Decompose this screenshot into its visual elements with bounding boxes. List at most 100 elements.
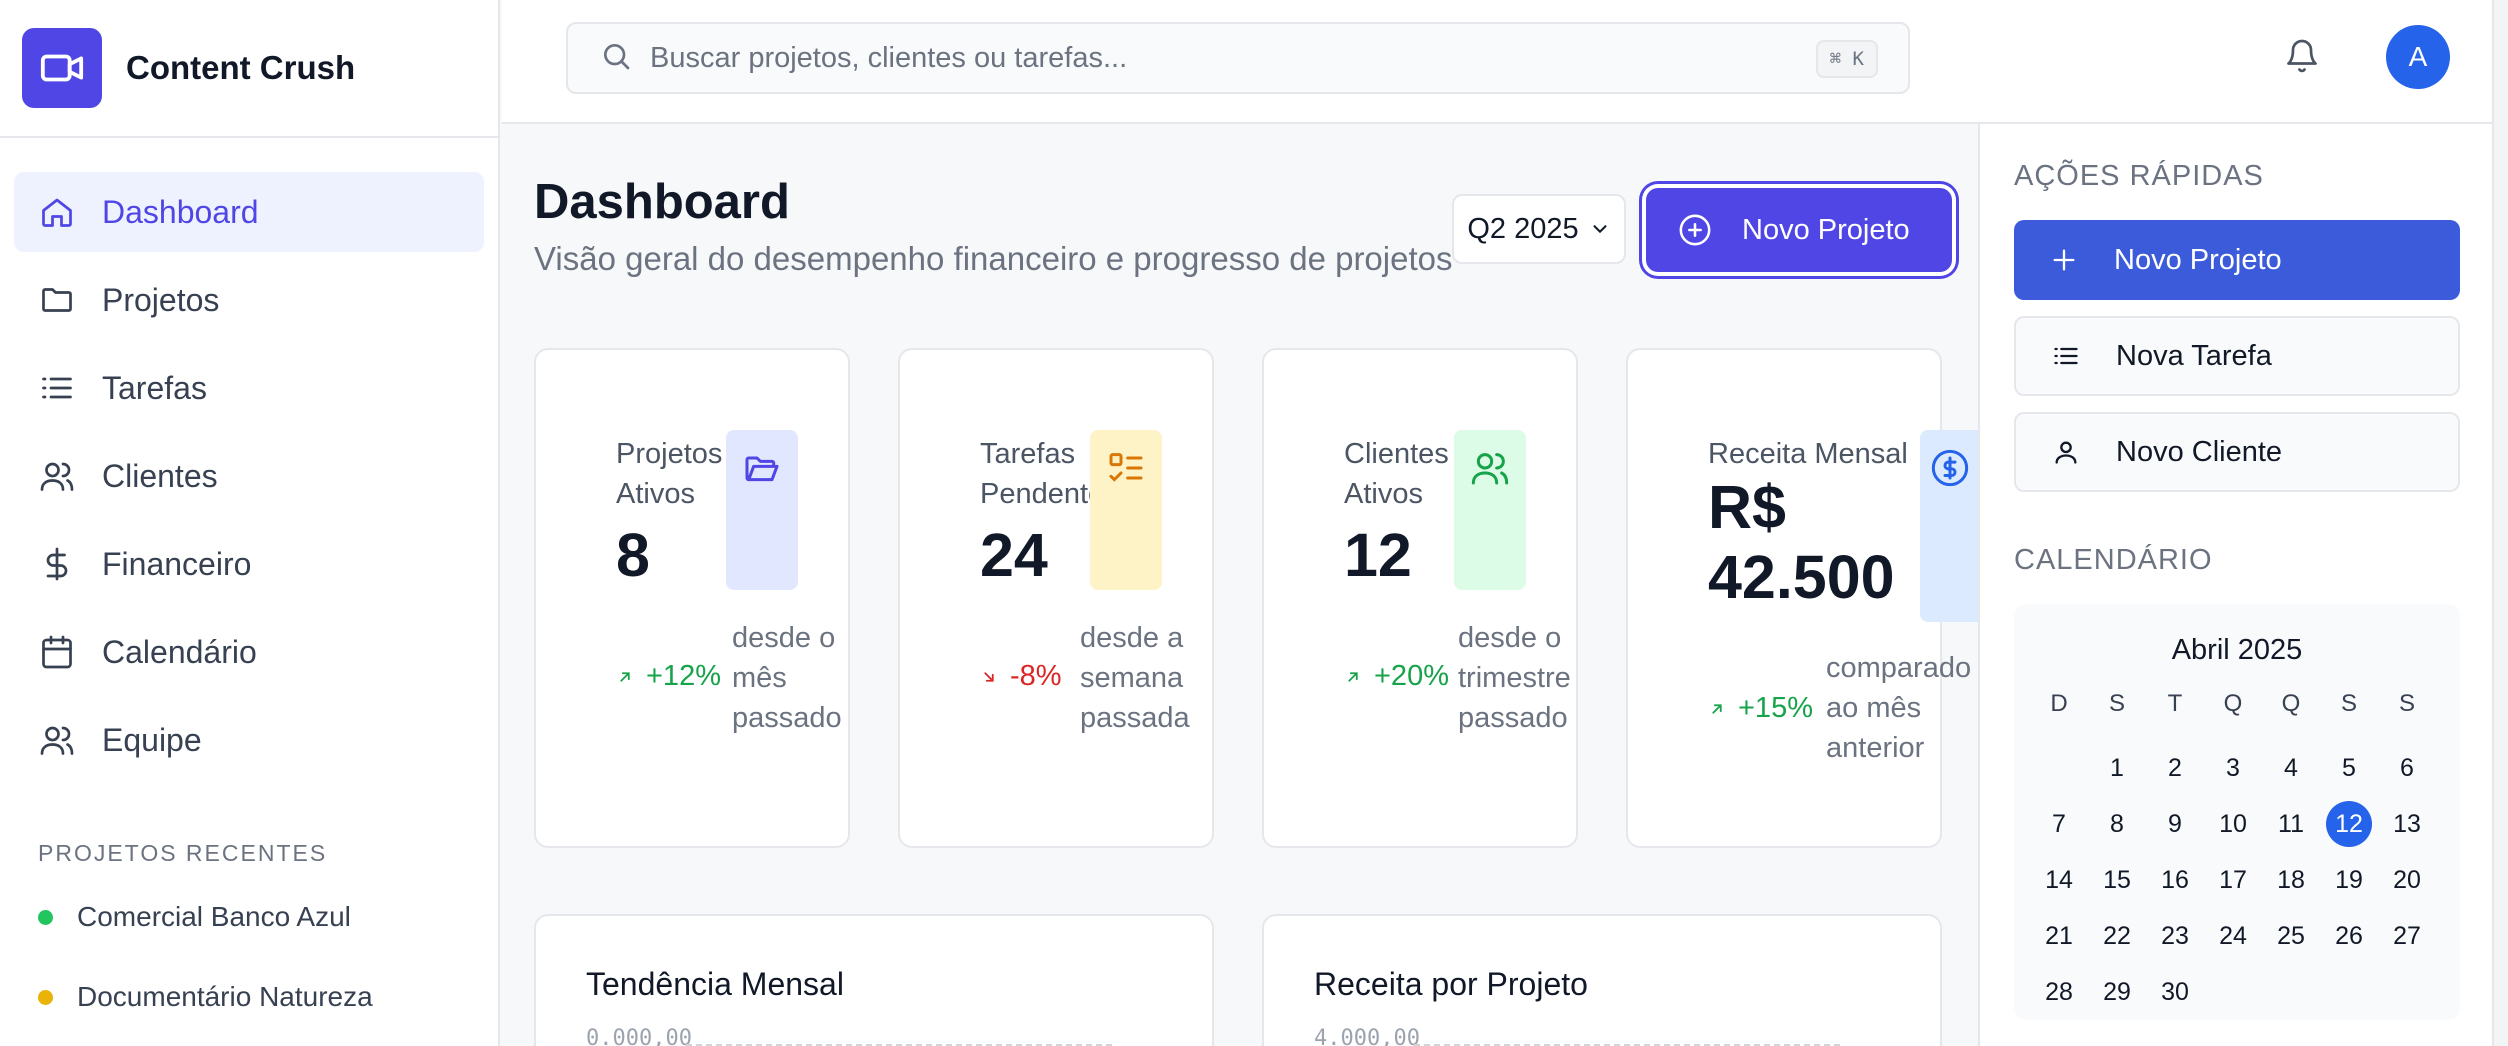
sidebar-item-label: Dashboard — [102, 193, 259, 230]
calendar-day[interactable]: 18 — [2262, 852, 2320, 908]
sidebar-item-projetos[interactable]: Projetos — [14, 260, 484, 340]
stat-change-value: +20% — [1374, 660, 1449, 692]
calendar-day[interactable]: 1 — [2088, 740, 2146, 796]
team-icon — [38, 721, 76, 759]
arrow-down-right-icon — [984, 671, 994, 682]
stat-label: Projetos Ativos — [616, 438, 723, 510]
notifications-bell-icon[interactable] — [2284, 38, 2324, 78]
right-panel: AÇÕES RÁPIDAS Novo Projeto Nova Tarefa N… — [1978, 124, 2492, 1046]
dollar-icon — [38, 545, 76, 583]
quick-action-new-project-button[interactable]: Novo Projeto — [2014, 220, 2460, 300]
stat-card-clientes-ativos: Clientes Ativos 12 +20% desde o trimestr… — [1262, 348, 1578, 848]
calendar-day-today[interactable]: 12 — [2320, 796, 2378, 852]
stat-note: desde o trimestre passado — [1458, 622, 1571, 734]
calendar-day[interactable]: 21 — [2030, 908, 2088, 964]
search-input[interactable]: Buscar projetos, clientes ou tarefas... … — [566, 22, 1910, 94]
calendar-weekday: D — [2050, 690, 2068, 717]
calendar-day[interactable]: 24 — [2204, 908, 2262, 964]
scrollbar[interactable] — [2492, 0, 2508, 1046]
chevron-down-icon — [1593, 225, 1607, 234]
stat-change: +20% — [1344, 660, 1449, 693]
calendar-heading: CALENDÁRIO — [2014, 544, 2213, 576]
sidebar-item-clientes[interactable]: Clientes — [14, 436, 484, 516]
page-title: Dashboard — [534, 175, 790, 229]
user-icon — [2055, 441, 2077, 464]
calendar-day[interactable]: 27 — [2378, 908, 2436, 964]
stat-note: desde o mês passado — [732, 622, 842, 734]
calendar-day[interactable]: 4 — [2262, 740, 2320, 796]
stat-change-value: -8% — [1010, 660, 1062, 692]
calendar-day[interactable]: 26 — [2320, 908, 2378, 964]
calendar-weekday: Q — [2223, 690, 2243, 717]
status-dot — [38, 909, 53, 925]
stat-change: +12% — [616, 660, 721, 693]
stat-change-value: +15% — [1738, 692, 1813, 724]
calendar-day[interactable]: 30 — [2146, 964, 2204, 1020]
search-placeholder: Buscar projetos, clientes ou tarefas... — [650, 41, 1128, 74]
chart-card-receita-por-projeto: Receita por Projeto 4.000,00 — [1262, 914, 1942, 1046]
sidebar-nav: Dashboard Projetos Tarefas Clientes Fina… — [0, 138, 498, 780]
stat-value: 12 — [1344, 521, 1412, 589]
dollar-circle-icon — [1920, 430, 1980, 622]
chart-y-tick: 4.000,00 — [1314, 1026, 1420, 1046]
quarter-select[interactable]: Q2 2025 — [1452, 194, 1626, 264]
quick-action-label: Novo Cliente — [2116, 435, 2283, 468]
calendar-day[interactable]: 5 — [2320, 740, 2378, 796]
sidebar-item-financeiro[interactable]: Financeiro — [14, 524, 484, 604]
calendar-day[interactable]: 25 — [2262, 908, 2320, 964]
chart-title: Tendência Mensal — [586, 966, 844, 1002]
calendar-day[interactable]: 13 — [2378, 796, 2436, 852]
calendar-day[interactable]: 7 — [2030, 796, 2088, 852]
calendar-day[interactable]: 2 — [2146, 740, 2204, 796]
calendar-day[interactable]: 15 — [2088, 852, 2146, 908]
list-icon — [38, 369, 76, 407]
calendar-day[interactable]: 23 — [2146, 908, 2204, 964]
calendar-day[interactable]: 19 — [2320, 852, 2378, 908]
plus-icon — [2053, 249, 2075, 271]
calendar-day[interactable]: 29 — [2088, 964, 2146, 1020]
mini-calendar: Abril 2025 D S T Q Q S S 1 2 3 4 5 6 7 8 9 10 11 12 13 14 15 1… — [2014, 604, 2460, 1020]
calendar-day[interactable]: 9 — [2146, 796, 2204, 852]
status-dot — [38, 989, 53, 1005]
sidebar-item-equipe[interactable]: Equipe — [14, 700, 484, 780]
calendar-day[interactable]: 17 — [2204, 852, 2262, 908]
recent-project-item[interactable]: Documentário Natureza — [38, 957, 498, 1037]
recent-project-label: Comercial Banco Azul — [77, 901, 351, 932]
calendar-day[interactable]: 8 — [2088, 796, 2146, 852]
calendar-day[interactable]: 10 — [2204, 796, 2262, 852]
arrow-up-right-icon — [1712, 703, 1722, 714]
chart-card-tendencia-mensal: Tendência Mensal 0.000,00 — [534, 914, 1214, 1046]
stat-card-receita-mensal: Receita Mensal R$ 42.500 +15% comparado … — [1626, 348, 1980, 848]
calendar-day[interactable]: 22 — [2088, 908, 2146, 964]
quick-action-new-task-button[interactable]: Nova Tarefa — [2014, 316, 2460, 396]
video-camera-icon[interactable] — [22, 28, 102, 108]
calendar-day[interactable]: 14 — [2030, 852, 2088, 908]
calendar-day[interactable]: 11 — [2262, 796, 2320, 852]
today-marker: 12 — [2326, 801, 2372, 847]
main-content: Dashboard Visão geral do desempenho fina… — [502, 124, 1980, 1046]
brand: Content Crush — [0, 0, 498, 138]
sidebar-item-label: Financeiro — [102, 545, 252, 582]
stat-value: 24 — [980, 521, 1048, 589]
page-subtitle: Visão geral do desempenho financeiro e p… — [534, 240, 1453, 277]
folder-icon — [38, 281, 76, 319]
sidebar-item-dashboard[interactable]: Dashboard — [14, 172, 484, 252]
recent-project-item[interactable]: Comercial Banco Azul — [38, 877, 498, 957]
calendar-day[interactable]: 16 — [2146, 852, 2204, 908]
sidebar-item-calendario[interactable]: Calendário — [14, 612, 484, 692]
topbar: Buscar projetos, clientes ou tarefas... … — [502, 0, 2492, 124]
calendar-weekday: S — [2340, 690, 2357, 717]
calendar-day[interactable]: 20 — [2378, 852, 2436, 908]
sidebar-item-tarefas[interactable]: Tarefas — [14, 348, 484, 428]
calendar-day[interactable]: 3 — [2204, 740, 2262, 796]
calendar-weekday: T — [2167, 690, 2183, 717]
recent-projects-list: Comercial Banco Azul Documentário Nature… — [0, 877, 498, 1037]
avatar[interactable]: A — [2386, 25, 2450, 89]
quick-action-new-client-button[interactable]: Novo Cliente — [2014, 412, 2460, 492]
calendar-day[interactable]: 28 — [2030, 964, 2088, 1020]
chart-title: Receita por Projeto — [1314, 966, 1588, 1002]
calendar-weekday: Q — [2281, 690, 2301, 717]
sidebar-item-label: Calendário — [102, 633, 257, 670]
calendar-day[interactable]: 6 — [2378, 740, 2436, 796]
new-project-button[interactable]: Novo Projeto — [1646, 188, 1952, 272]
